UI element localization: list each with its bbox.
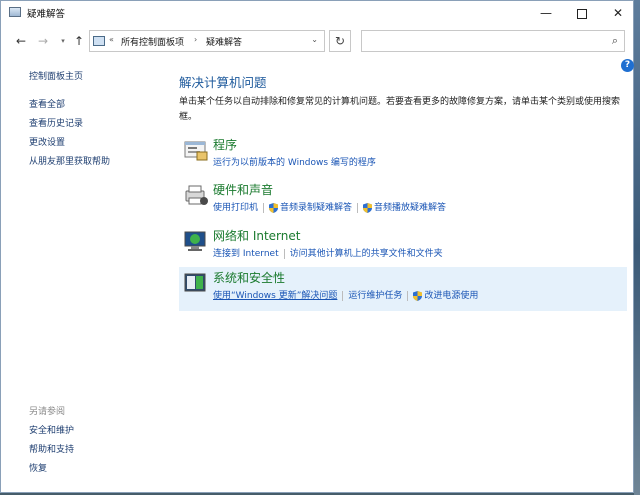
help-icon[interactable]: ? — [621, 59, 634, 72]
address-bar[interactable]: « 所有控制面板项 › 疑难解答 ⌄ — [89, 30, 325, 52]
see-also-security-maintenance[interactable]: 安全和维护 — [29, 423, 74, 436]
category-title-system-security[interactable]: 系统和安全性 — [213, 269, 285, 286]
category-network-internet: 网络和 Internet 连接到 Internet 访问其他计算机上的共享文件和文… — [179, 225, 627, 269]
up-arrow-icon[interactable]: ↑ — [71, 33, 87, 49]
back-arrow-icon[interactable]: ← — [13, 33, 29, 49]
category-system-security[interactable]: 系统和安全性 使用“Windows 更新”解决问题 运行维护任务 改进电源使用 — [179, 267, 627, 311]
see-also-recovery[interactable]: 恢复 — [29, 461, 47, 474]
system-security-icon — [184, 273, 206, 292]
refresh-button[interactable]: ↻ — [329, 30, 351, 52]
desktop-background — [634, 0, 640, 495]
programs-icon — [184, 141, 208, 161]
minimize-button[interactable]: — — [528, 1, 564, 25]
link-connect-to-internet[interactable]: 连接到 Internet — [213, 249, 279, 259]
link-shared-files-folders[interactable]: 访问其他计算机上的共享文件和文件夹 — [290, 249, 443, 259]
control-panel-window: 疑难解答 — ✕ ← → ▾ ↑ « 所有控制面板项 › 疑难解答 ⌄ ↻ ⌕ … — [0, 0, 634, 493]
link-use-printer[interactable]: 使用打印机 — [213, 203, 258, 213]
window-title: 疑难解答 — [27, 9, 66, 20]
navigation-bar: ← → ▾ ↑ « 所有控制面板项 › 疑难解答 ⌄ ↻ ⌕ — [1, 27, 633, 55]
link-run-maintenance-tasks[interactable]: 运行维护任务 — [348, 291, 402, 301]
category-hardware-sound: 硬件和声音 使用打印机 音频录制疑难解答 音频播放疑难解答 — [179, 179, 627, 223]
link-run-older-programs[interactable]: 运行为以前版本的 Windows 编写的程序 — [213, 158, 376, 168]
category-title-programs[interactable]: 程序 — [213, 136, 237, 153]
sidebar-item-control-panel-home[interactable]: 控制面板主页 — [29, 69, 83, 82]
breadcrumb-separator-icon[interactable]: › — [194, 35, 197, 44]
maximize-button[interactable] — [564, 1, 600, 25]
uac-shield-icon — [363, 202, 373, 213]
breadcrumb-overflow-icon[interactable]: « — [109, 35, 114, 44]
sidebar-item-change-settings[interactable]: 更改设置 — [29, 135, 65, 148]
recent-locations-chevron-icon[interactable]: ▾ — [55, 33, 71, 49]
page-description: 单击某个任务以自动排除和修复常见的计算机问题。若要查看更多的故障修复方案，请单击… — [179, 97, 621, 122]
search-icon[interactable]: ⌕ — [612, 34, 618, 48]
maximize-icon — [577, 8, 587, 19]
close-button[interactable]: ✕ — [600, 1, 636, 25]
see-also-help-support[interactable]: 帮助和支持 — [29, 442, 74, 455]
link-windows-update-troubleshooter[interactable]: 使用“Windows 更新”解决问题 — [213, 291, 337, 301]
sidebar-item-get-help-from-friend[interactable]: 从朋友那里获取帮助 — [29, 154, 110, 167]
hardware-sound-icon — [185, 185, 208, 205]
address-dropdown-icon[interactable]: ⌄ — [311, 35, 318, 44]
link-audio-playback-troubleshooter[interactable]: 音频播放疑难解答 — [374, 203, 446, 213]
network-icon — [184, 231, 206, 251]
uac-shield-icon — [413, 290, 423, 301]
search-input[interactable]: ⌕ — [361, 30, 625, 52]
title-bar: 疑难解答 — ✕ — [1, 1, 633, 25]
page-title: 解决计算机问题 — [179, 75, 267, 90]
control-panel-icon — [9, 7, 21, 17]
sidebar-item-view-history[interactable]: 查看历史记录 — [29, 116, 83, 129]
address-control-panel-icon — [93, 36, 105, 46]
breadcrumb-troubleshooting[interactable]: 疑难解答 — [206, 35, 242, 48]
see-also-heading: 另请参阅 — [29, 407, 66, 417]
link-audio-recording-troubleshooter[interactable]: 音频录制疑难解答 — [280, 203, 352, 213]
sidebar-item-view-all[interactable]: 查看全部 — [29, 97, 65, 110]
uac-shield-icon — [269, 202, 279, 213]
link-improve-power-usage[interactable]: 改进电源使用 — [424, 291, 478, 301]
refresh-icon: ↻ — [334, 34, 346, 48]
forward-arrow-icon[interactable]: → — [35, 33, 51, 49]
breadcrumb-all-control-panel-items[interactable]: 所有控制面板项 — [121, 35, 184, 48]
category-title-hardware-sound[interactable]: 硬件和声音 — [213, 181, 273, 198]
category-title-network-internet[interactable]: 网络和 Internet — [213, 227, 300, 244]
category-programs: 程序 运行为以前版本的 Windows 编写的程序 — [179, 134, 627, 178]
